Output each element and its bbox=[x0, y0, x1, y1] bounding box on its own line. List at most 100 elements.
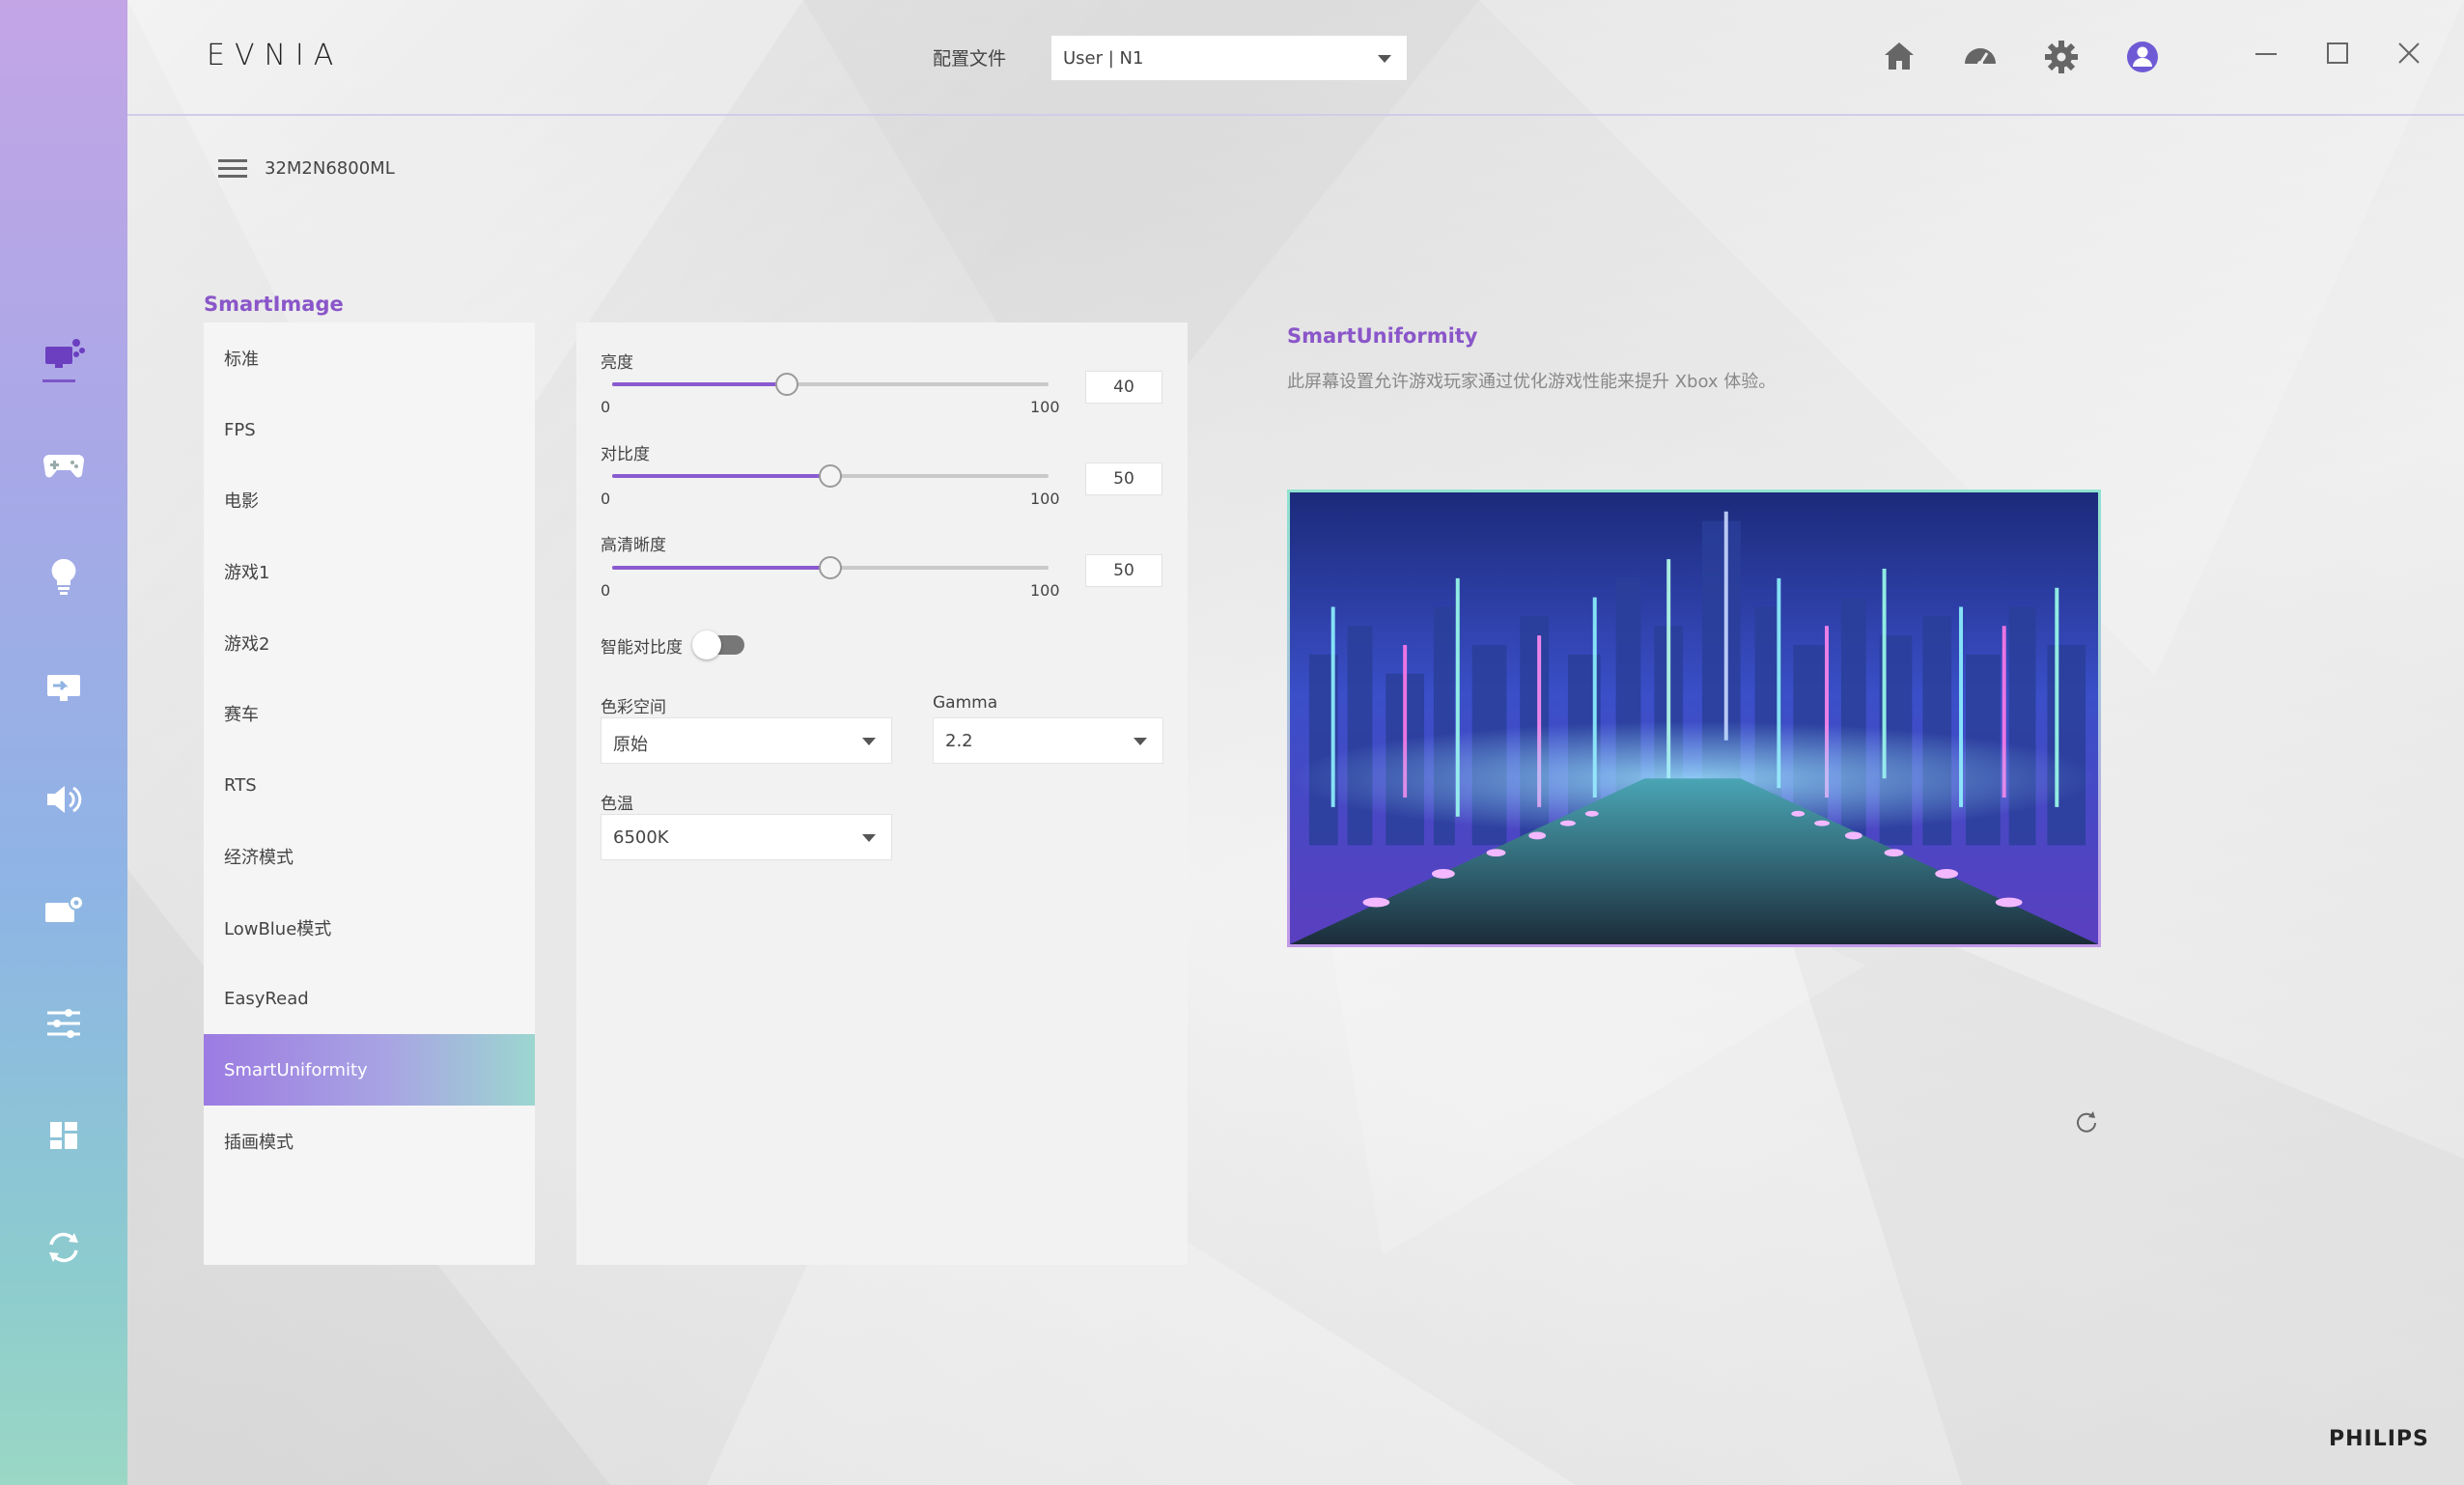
smart-contrast-label: 智能对比度 bbox=[601, 638, 683, 658]
color-space-label: 色彩空间 bbox=[601, 698, 666, 717]
slider-fill bbox=[612, 566, 830, 570]
mode-item[interactable]: 游戏1 bbox=[204, 536, 535, 607]
smartimage-mode-list: 标准 FPS 电影 游戏1 游戏2 赛车 RTS 经济模式 LowBlue模式 … bbox=[204, 322, 535, 1265]
mode-item-label: FPS bbox=[224, 419, 256, 440]
mode-item-label: 标准 bbox=[224, 350, 259, 370]
slider-fill bbox=[612, 382, 787, 386]
close-icon bbox=[2398, 42, 2420, 64]
sidebar-active-indicator bbox=[42, 379, 75, 382]
slider-thumb[interactable] bbox=[819, 556, 842, 579]
brightness-min: 0 bbox=[601, 398, 611, 416]
chevron-down-icon bbox=[1134, 738, 1147, 745]
contrast-value[interactable]: 50 bbox=[1085, 462, 1162, 495]
mode-info-description: 此屏幕设置允许游戏玩家通过优化游戏性能来提升 Xbox 体验。 bbox=[1287, 372, 1777, 392]
speedometer-icon bbox=[1965, 48, 1996, 67]
settings-button[interactable] bbox=[2041, 37, 2082, 77]
mode-item[interactable]: 赛车 bbox=[204, 678, 535, 749]
user-avatar-icon bbox=[2127, 42, 2158, 72]
smart-contrast-toggle[interactable] bbox=[692, 630, 744, 659]
color-space-value: 原始 bbox=[613, 735, 648, 755]
mode-item[interactable]: 标准 bbox=[204, 322, 535, 394]
reset-button[interactable] bbox=[2072, 1108, 2101, 1137]
gamma-value: 2.2 bbox=[945, 731, 973, 751]
toggle-knob bbox=[692, 630, 721, 659]
sidebar-item-game[interactable] bbox=[35, 434, 93, 492]
account-button[interactable] bbox=[2122, 37, 2163, 77]
gear-icon bbox=[2045, 41, 2078, 73]
sidebar-item-monitor-settings[interactable] bbox=[35, 883, 93, 940]
device-name: 32M2N6800ML bbox=[265, 158, 395, 179]
monitor-gear-icon bbox=[45, 895, 84, 922]
mode-item[interactable]: 插画模式 bbox=[204, 1106, 535, 1177]
sharpness-slider[interactable] bbox=[612, 556, 1049, 579]
minimize-icon bbox=[2255, 53, 2277, 55]
brand-logo: EVNIA bbox=[207, 39, 344, 72]
mode-item-label: 游戏1 bbox=[224, 563, 270, 583]
profile-select-value: User | N1 bbox=[1063, 48, 1144, 69]
sidebar bbox=[0, 0, 127, 1485]
mode-preview-image bbox=[1287, 490, 2101, 947]
mode-info-title: SmartUniformity bbox=[1287, 324, 1478, 348]
mode-item-label: EasyRead bbox=[224, 988, 309, 1009]
input-source-icon bbox=[47, 675, 80, 701]
sharpness-max: 100 bbox=[1030, 581, 1060, 600]
brightness-value[interactable]: 40 bbox=[1085, 371, 1162, 404]
mode-item[interactable]: 游戏2 bbox=[204, 607, 535, 679]
profile-label: 配置文件 bbox=[933, 48, 1007, 70]
brightness-max: 100 bbox=[1030, 398, 1060, 416]
sidebar-item-audio[interactable] bbox=[35, 771, 93, 828]
sidebar-item-smartimage[interactable] bbox=[35, 326, 93, 384]
profile-select[interactable]: User | N1 bbox=[1050, 35, 1408, 81]
reset-icon bbox=[2077, 1111, 2096, 1133]
slider-thumb[interactable] bbox=[819, 464, 842, 488]
philips-logo: PHILIPS bbox=[2329, 1427, 2429, 1451]
contrast-slider[interactable] bbox=[612, 464, 1049, 488]
mode-item[interactable]: 经济模式 bbox=[204, 821, 535, 892]
home-button[interactable] bbox=[1879, 37, 1919, 77]
gamma-select[interactable]: 2.2 bbox=[933, 717, 1163, 764]
mode-item-label: LowBlue模式 bbox=[224, 919, 332, 939]
sidebar-item-layout[interactable] bbox=[35, 1107, 93, 1164]
lightbulb-icon bbox=[51, 558, 76, 595]
monitor-dots-icon bbox=[45, 339, 85, 368]
mode-item[interactable]: FPS bbox=[204, 394, 535, 465]
color-space-select[interactable]: 原始 bbox=[601, 717, 892, 764]
chevron-down-icon bbox=[862, 738, 876, 745]
gamepad-icon bbox=[43, 455, 84, 478]
sharpness-value[interactable]: 50 bbox=[1085, 554, 1162, 587]
mode-item[interactable]: EasyRead bbox=[204, 963, 535, 1034]
mode-item[interactable]: RTS bbox=[204, 749, 535, 821]
mode-item[interactable]: 电影 bbox=[204, 464, 535, 536]
slider-fill bbox=[612, 474, 830, 478]
chevron-down-icon bbox=[1378, 55, 1391, 63]
image-settings-panel: 亮度 0 100 40 对比度 0 100 50 高清晰度 0 100 50 智… bbox=[576, 322, 1188, 1265]
sidebar-item-adjust[interactable] bbox=[35, 995, 93, 1052]
sidebar-item-input[interactable] bbox=[35, 658, 93, 716]
home-icon bbox=[1885, 42, 1914, 70]
mode-item-label: RTS bbox=[224, 774, 257, 796]
slider-thumb[interactable] bbox=[774, 373, 798, 396]
hamburger-icon bbox=[218, 159, 247, 178]
brightness-slider[interactable] bbox=[612, 373, 1049, 396]
contrast-label: 对比度 bbox=[601, 445, 650, 464]
sidebar-item-update[interactable] bbox=[35, 1219, 93, 1276]
color-temp-value: 6500K bbox=[613, 827, 669, 848]
minimize-button[interactable] bbox=[2252, 39, 2281, 68]
refresh-icon bbox=[49, 1232, 78, 1263]
contrast-max: 100 bbox=[1030, 490, 1060, 508]
mode-item[interactable]: LowBlue模式 bbox=[204, 892, 535, 964]
speaker-icon bbox=[47, 786, 82, 813]
maximize-button[interactable] bbox=[2323, 39, 2352, 68]
mode-item-label: 经济模式 bbox=[224, 848, 294, 868]
color-temp-label: 色温 bbox=[601, 795, 633, 814]
color-temp-select[interactable]: 6500K bbox=[601, 814, 892, 860]
sidebar-item-light[interactable] bbox=[35, 546, 93, 604]
hamburger-menu-button[interactable] bbox=[216, 156, 249, 182]
maximize-icon bbox=[2327, 42, 2348, 64]
performance-button[interactable] bbox=[1960, 37, 2001, 77]
sharpness-label: 高清晰度 bbox=[601, 536, 666, 555]
mode-item-label: 游戏2 bbox=[224, 634, 270, 655]
mode-item-active[interactable]: SmartUniformity bbox=[204, 1034, 535, 1106]
contrast-min: 0 bbox=[601, 490, 611, 508]
close-button[interactable] bbox=[2394, 39, 2423, 68]
